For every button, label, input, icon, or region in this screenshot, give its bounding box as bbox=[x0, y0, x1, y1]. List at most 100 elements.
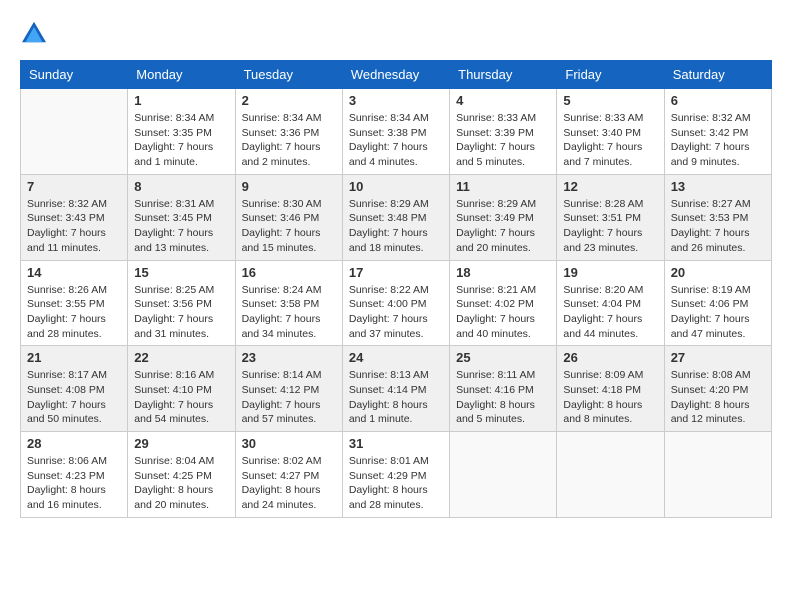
day-number: 31 bbox=[349, 436, 443, 451]
calendar-cell: 30 Sunrise: 8:02 AMSunset: 4:27 PMDayligh… bbox=[235, 432, 342, 518]
calendar-cell: 14Sunrise: 8:26 AMSunset: 3:55 PMDayligh… bbox=[21, 260, 128, 346]
day-number: 10 bbox=[349, 179, 443, 194]
calendar-cell: 9 Sunrise: 8:30 AMSunset: 3:46 PMDaylight… bbox=[235, 174, 342, 260]
calendar-cell: 25 Sunrise: 8:11 AMSunset: 4:16 PMDayligh… bbox=[450, 346, 557, 432]
calendar-cell: 1 Sunrise: 8:34 AMSunset: 3:35 PMDaylight… bbox=[128, 89, 235, 175]
calendar-cell: 3 Sunrise: 8:34 AMSunset: 3:38 PMDaylight… bbox=[342, 89, 449, 175]
day-info: Sunrise: 8:21 AMSunset: 4:02 PMDaylight:… bbox=[456, 283, 550, 342]
weekday-header-wednesday: Wednesday bbox=[342, 61, 449, 89]
calendar-cell: 5 Sunrise: 8:33 AMSunset: 3:40 PMDaylight… bbox=[557, 89, 664, 175]
calendar-week-row: 1 Sunrise: 8:34 AMSunset: 3:35 PMDaylight… bbox=[21, 89, 772, 175]
page-header bbox=[20, 20, 772, 44]
calendar-week-row: 28Sunrise: 8:06 AMSunset: 4:23 PMDayligh… bbox=[21, 432, 772, 518]
day-info: Sunrise: 8:20 AMSunset: 4:04 PMDaylight:… bbox=[563, 283, 657, 342]
day-info: Sunrise: 8:13 AMSunset: 4:14 PMDaylight:… bbox=[349, 368, 443, 427]
day-info: Sunrise: 8:34 AMSunset: 3:38 PMDaylight:… bbox=[349, 111, 443, 170]
calendar-cell: 6 Sunrise: 8:32 AMSunset: 3:42 PMDaylight… bbox=[664, 89, 771, 175]
day-number: 23 bbox=[242, 350, 336, 365]
calendar-cell: 12 Sunrise: 8:28 AMSunset: 3:51 PMDayligh… bbox=[557, 174, 664, 260]
calendar-cell: 16 Sunrise: 8:24 AMSunset: 3:58 PMDayligh… bbox=[235, 260, 342, 346]
day-number: 4 bbox=[456, 93, 550, 108]
day-info: Sunrise: 8:22 AMSunset: 4:00 PMDaylight:… bbox=[349, 283, 443, 342]
day-info: Sunrise: 8:29 AMSunset: 3:48 PMDaylight:… bbox=[349, 197, 443, 256]
day-info: Sunrise: 8:14 AMSunset: 4:12 PMDaylight:… bbox=[242, 368, 336, 427]
day-number: 12 bbox=[563, 179, 657, 194]
day-info: Sunrise: 8:09 AMSunset: 4:18 PMDaylight:… bbox=[563, 368, 657, 427]
calendar-cell: 23 Sunrise: 8:14 AMSunset: 4:12 PMDayligh… bbox=[235, 346, 342, 432]
day-info: Sunrise: 8:32 AMSunset: 3:43 PMDaylight:… bbox=[27, 197, 121, 256]
calendar-cell: 20Sunrise: 8:19 AMSunset: 4:06 PMDayligh… bbox=[664, 260, 771, 346]
weekday-header-thursday: Thursday bbox=[450, 61, 557, 89]
logo bbox=[20, 20, 52, 44]
calendar-cell: 27 Sunrise: 8:08 AMSunset: 4:20 PMDayligh… bbox=[664, 346, 771, 432]
day-info: Sunrise: 8:26 AMSunset: 3:55 PMDaylight:… bbox=[27, 283, 121, 342]
day-info: Sunrise: 8:27 AMSunset: 3:53 PMDaylight:… bbox=[671, 197, 765, 256]
calendar-cell: 24 Sunrise: 8:13 AMSunset: 4:14 PMDayligh… bbox=[342, 346, 449, 432]
day-info: Sunrise: 8:17 AMSunset: 4:08 PMDaylight:… bbox=[27, 368, 121, 427]
day-number: 16 bbox=[242, 265, 336, 280]
day-number: 11 bbox=[456, 179, 550, 194]
day-number: 19 bbox=[563, 265, 657, 280]
calendar-cell: 22 Sunrise: 8:16 AMSunset: 4:10 PMDayligh… bbox=[128, 346, 235, 432]
day-info: Sunrise: 8:24 AMSunset: 3:58 PMDaylight:… bbox=[242, 283, 336, 342]
day-info: Sunrise: 8:34 AMSunset: 3:35 PMDaylight:… bbox=[134, 111, 228, 170]
day-number: 9 bbox=[242, 179, 336, 194]
day-number: 22 bbox=[134, 350, 228, 365]
calendar-cell: 8 Sunrise: 8:31 AMSunset: 3:45 PMDaylight… bbox=[128, 174, 235, 260]
calendar-cell: 13Sunrise: 8:27 AMSunset: 3:53 PMDayligh… bbox=[664, 174, 771, 260]
calendar-cell: 17Sunrise: 8:22 AMSunset: 4:00 PMDayligh… bbox=[342, 260, 449, 346]
day-number: 20 bbox=[671, 265, 765, 280]
weekday-header-row: SundayMondayTuesdayWednesdayThursdayFrid… bbox=[21, 61, 772, 89]
day-number: 30 bbox=[242, 436, 336, 451]
day-number: 5 bbox=[563, 93, 657, 108]
calendar-table: SundayMondayTuesdayWednesdayThursdayFrid… bbox=[20, 60, 772, 518]
day-info: Sunrise: 8:08 AMSunset: 4:20 PMDaylight:… bbox=[671, 368, 765, 427]
day-info: Sunrise: 8:29 AMSunset: 3:49 PMDaylight:… bbox=[456, 197, 550, 256]
day-info: Sunrise: 8:11 AMSunset: 4:16 PMDaylight:… bbox=[456, 368, 550, 427]
day-number: 3 bbox=[349, 93, 443, 108]
day-number: 25 bbox=[456, 350, 550, 365]
calendar-cell: 7 Sunrise: 8:32 AMSunset: 3:43 PMDaylight… bbox=[21, 174, 128, 260]
day-info: Sunrise: 8:01 AMSunset: 4:29 PMDaylight:… bbox=[349, 454, 443, 513]
day-info: Sunrise: 8:25 AMSunset: 3:56 PMDaylight:… bbox=[134, 283, 228, 342]
day-number: 27 bbox=[671, 350, 765, 365]
calendar-cell: 2 Sunrise: 8:34 AMSunset: 3:36 PMDaylight… bbox=[235, 89, 342, 175]
calendar-cell: 18Sunrise: 8:21 AMSunset: 4:02 PMDayligh… bbox=[450, 260, 557, 346]
calendar-cell: 31 Sunrise: 8:01 AMSunset: 4:29 PMDayligh… bbox=[342, 432, 449, 518]
calendar-week-row: 21 Sunrise: 8:17 AMSunset: 4:08 PMDayligh… bbox=[21, 346, 772, 432]
day-number: 15 bbox=[134, 265, 228, 280]
day-number: 1 bbox=[134, 93, 228, 108]
day-number: 8 bbox=[134, 179, 228, 194]
day-info: Sunrise: 8:16 AMSunset: 4:10 PMDaylight:… bbox=[134, 368, 228, 427]
day-number: 6 bbox=[671, 93, 765, 108]
day-number: 29 bbox=[134, 436, 228, 451]
day-number: 7 bbox=[27, 179, 121, 194]
calendar-cell bbox=[557, 432, 664, 518]
day-info: Sunrise: 8:32 AMSunset: 3:42 PMDaylight:… bbox=[671, 111, 765, 170]
day-number: 26 bbox=[563, 350, 657, 365]
calendar-cell: 28Sunrise: 8:06 AMSunset: 4:23 PMDayligh… bbox=[21, 432, 128, 518]
calendar-cell bbox=[664, 432, 771, 518]
day-info: Sunrise: 8:06 AMSunset: 4:23 PMDaylight:… bbox=[27, 454, 121, 513]
logo-icon bbox=[20, 20, 48, 44]
calendar-cell bbox=[21, 89, 128, 175]
day-info: Sunrise: 8:30 AMSunset: 3:46 PMDaylight:… bbox=[242, 197, 336, 256]
calendar-cell: 4 Sunrise: 8:33 AMSunset: 3:39 PMDaylight… bbox=[450, 89, 557, 175]
calendar-cell: 26 Sunrise: 8:09 AMSunset: 4:18 PMDayligh… bbox=[557, 346, 664, 432]
day-number: 24 bbox=[349, 350, 443, 365]
day-info: Sunrise: 8:33 AMSunset: 3:39 PMDaylight:… bbox=[456, 111, 550, 170]
weekday-header-monday: Monday bbox=[128, 61, 235, 89]
day-info: Sunrise: 8:33 AMSunset: 3:40 PMDaylight:… bbox=[563, 111, 657, 170]
calendar-cell: 21 Sunrise: 8:17 AMSunset: 4:08 PMDayligh… bbox=[21, 346, 128, 432]
day-info: Sunrise: 8:02 AMSunset: 4:27 PMDaylight:… bbox=[242, 454, 336, 513]
day-info: Sunrise: 8:04 AMSunset: 4:25 PMDaylight:… bbox=[134, 454, 228, 513]
day-info: Sunrise: 8:31 AMSunset: 3:45 PMDaylight:… bbox=[134, 197, 228, 256]
day-info: Sunrise: 8:34 AMSunset: 3:36 PMDaylight:… bbox=[242, 111, 336, 170]
calendar-cell: 19 Sunrise: 8:20 AMSunset: 4:04 PMDayligh… bbox=[557, 260, 664, 346]
day-info: Sunrise: 8:28 AMSunset: 3:51 PMDaylight:… bbox=[563, 197, 657, 256]
day-number: 21 bbox=[27, 350, 121, 365]
day-number: 2 bbox=[242, 93, 336, 108]
weekday-header-sunday: Sunday bbox=[21, 61, 128, 89]
weekday-header-tuesday: Tuesday bbox=[235, 61, 342, 89]
weekday-header-saturday: Saturday bbox=[664, 61, 771, 89]
